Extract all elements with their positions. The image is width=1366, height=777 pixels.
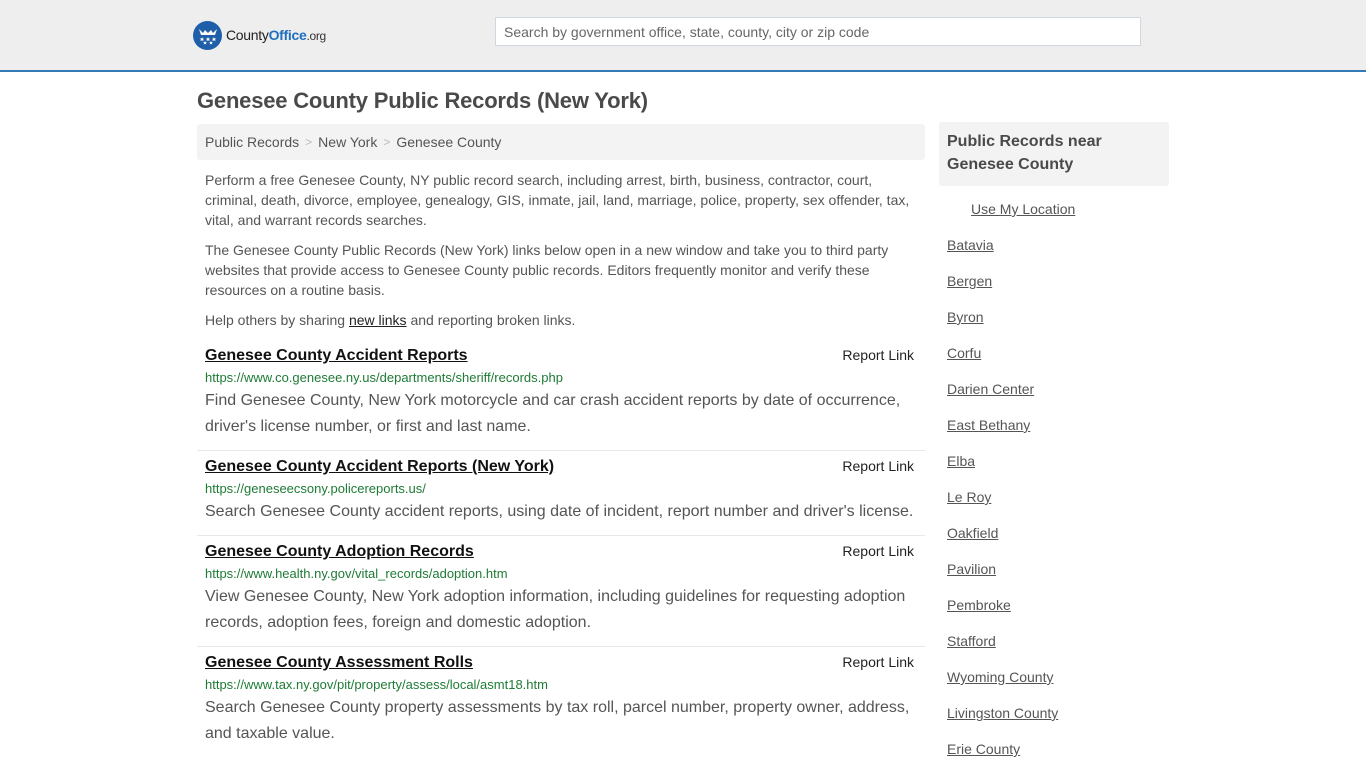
nearby-link-corfu[interactable]: Corfu [947, 345, 981, 361]
nearby-link-stafford[interactable]: Stafford [947, 633, 996, 649]
nearby-item: Elba [947, 453, 1169, 489]
record-title-link[interactable]: Genesee County Adoption Records [205, 540, 474, 564]
record-description: Search Genesee County property assessmen… [205, 699, 910, 742]
record-item: Genesee County Accident Reports Report L… [197, 340, 925, 451]
nearby-link-bergen[interactable]: Bergen [947, 273, 992, 289]
record-url-link[interactable]: https://www.health.ny.gov/vital_records/… [205, 564, 917, 584]
use-location-item: Use My Location [947, 201, 1169, 237]
record-item: Genesee County Assessment Rolls Report L… [197, 647, 925, 757]
record-title-link[interactable]: Genesee County Accident Reports [205, 344, 468, 368]
record-description: View Genesee County, New York adoption i… [205, 588, 906, 631]
nearby-link-le-roy[interactable]: Le Roy [947, 489, 991, 505]
nearby-link-oakfield[interactable]: Oakfield [947, 525, 998, 541]
logo-wordmark: CountyOffice.org [226, 27, 326, 43]
eagle-stars-badge-icon [193, 20, 222, 50]
record-item: Genesee County Accident Reports (New Yor… [197, 451, 925, 536]
site-header: CountyOffice.org [0, 0, 1366, 72]
nearby-item: Bergen [947, 273, 1169, 309]
sidebar: Public Records near Genesee County Use M… [939, 122, 1169, 777]
record-description: Find Genesee County, New York motorcycle… [205, 392, 901, 435]
new-links-link[interactable]: new links [349, 312, 407, 328]
nearby-item: Le Roy [947, 489, 1169, 525]
nearby-item: Byron [947, 309, 1169, 345]
help-text: Help others by sharing [205, 312, 349, 328]
logo-text-county: County [226, 27, 269, 43]
breadcrumb-separator: > [305, 135, 313, 149]
record-url-link[interactable]: https://www.co.genesee.ny.us/departments… [205, 368, 917, 388]
nearby-link-livingston-county[interactable]: Livingston County [947, 705, 1058, 721]
records-list: Genesee County Accident Reports Report L… [197, 340, 925, 757]
nearby-item: Stafford [947, 633, 1169, 669]
breadcrumb-public-records[interactable]: Public Records [205, 134, 299, 150]
nearby-item: Pavilion [947, 561, 1169, 597]
record-item: Genesee County Adoption Records Report L… [197, 536, 925, 647]
nearby-item: Livingston County [947, 705, 1169, 741]
nearby-link-elba[interactable]: Elba [947, 453, 975, 469]
nearby-item: Erie County [947, 741, 1169, 777]
nearby-item: Pembroke [947, 597, 1169, 633]
nearby-item: Batavia [947, 237, 1169, 273]
use-my-location-link[interactable]: Use My Location [971, 201, 1075, 217]
help-text: and reporting broken links. [406, 312, 576, 328]
report-link-button[interactable]: Report Link [842, 654, 914, 670]
page-title: Genesee County Public Records (New York) [197, 88, 648, 113]
nearby-link-byron[interactable]: Byron [947, 309, 984, 325]
site-logo[interactable]: CountyOffice.org [193, 20, 326, 50]
breadcrumb-new-york[interactable]: New York [318, 134, 377, 150]
record-title-link[interactable]: Genesee County Assessment Rolls [205, 651, 473, 675]
search-input[interactable] [495, 17, 1141, 46]
report-link-button[interactable]: Report Link [842, 543, 914, 559]
nearby-item: Corfu [947, 345, 1169, 381]
nearby-item: Oakfield [947, 525, 1169, 561]
record-description: Search Genesee County accident reports, … [205, 503, 914, 520]
report-link-button[interactable]: Report Link [842, 458, 914, 474]
nearby-link-east-bethany[interactable]: East Bethany [947, 417, 1030, 433]
breadcrumb-genesee-county[interactable]: Genesee County [396, 134, 501, 150]
main-content: Public Records > New York > Genesee Coun… [197, 124, 925, 757]
record-url-link[interactable]: https://geneseecsony.policereports.us/ [205, 479, 917, 499]
breadcrumb-separator: > [383, 135, 391, 149]
nearby-item: East Bethany [947, 417, 1169, 453]
nearby-link-pembroke[interactable]: Pembroke [947, 597, 1011, 613]
logo-text-tld: .org [306, 29, 326, 43]
nearby-item: Wyoming County [947, 669, 1169, 705]
intro-paragraph: Perform a free Genesee County, NY public… [205, 172, 910, 228]
nearby-item: Darien Center [947, 381, 1169, 417]
sidebar-heading: Public Records near Genesee County [939, 122, 1169, 186]
intro-help-paragraph: Help others by sharing new links and rep… [205, 310, 917, 330]
breadcrumb: Public Records > New York > Genesee Coun… [197, 124, 925, 160]
report-link-button[interactable]: Report Link [842, 347, 914, 363]
nearby-list: Use My Location Batavia Bergen Byron Cor… [939, 186, 1169, 777]
intro-paragraph: The Genesee County Public Records (New Y… [205, 242, 889, 298]
record-url-link[interactable]: https://www.tax.ny.gov/pit/property/asse… [205, 675, 917, 695]
nearby-link-darien-center[interactable]: Darien Center [947, 381, 1034, 397]
logo-text-office: Office [268, 27, 307, 43]
intro-text: Perform a free Genesee County, NY public… [197, 160, 925, 330]
nearby-link-wyoming-county[interactable]: Wyoming County [947, 669, 1053, 685]
nearby-link-erie-county[interactable]: Erie County [947, 741, 1020, 757]
nearby-link-pavilion[interactable]: Pavilion [947, 561, 996, 577]
record-title-link[interactable]: Genesee County Accident Reports (New Yor… [205, 455, 554, 479]
nearby-link-batavia[interactable]: Batavia [947, 237, 994, 253]
